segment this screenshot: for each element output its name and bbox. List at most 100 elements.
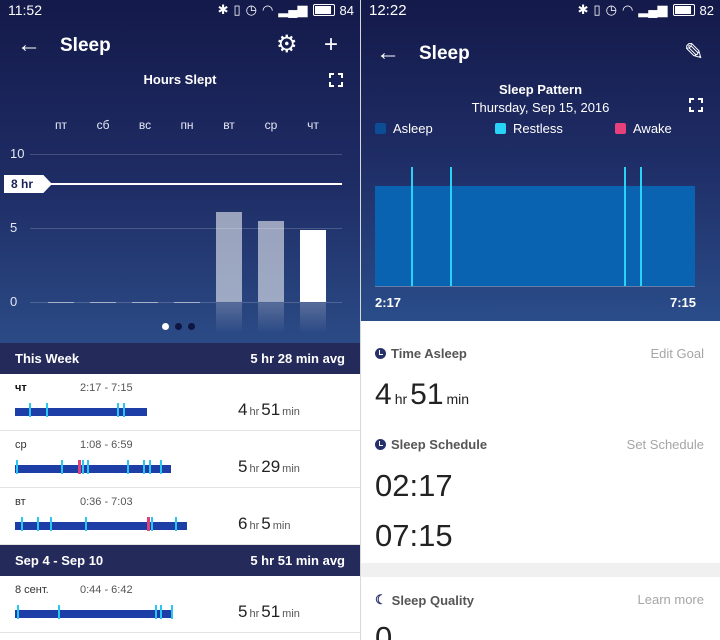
- battery-level: 84: [339, 2, 354, 18]
- restless-tick: [46, 403, 48, 417]
- sleep-timeline: [15, 403, 147, 417]
- row-duration: 4 hr 51 min: [238, 400, 300, 419]
- x-tick-label: ср: [264, 118, 278, 132]
- restless-tick: [155, 605, 157, 619]
- row-time-range: 2:17 - 7:15: [80, 382, 133, 394]
- signal-icon: ▂▄▆: [278, 2, 308, 17]
- restless-tick: [82, 460, 84, 474]
- clock-icon: [375, 439, 386, 450]
- learn-more-link[interactable]: Learn more: [638, 592, 704, 607]
- section-separator: [361, 563, 720, 577]
- restless-marker: [411, 167, 413, 286]
- edit-goal-link[interactable]: Edit Goal: [651, 346, 704, 361]
- sleep-log-row[interactable]: 8 сент. 0:44 - 6:42 5 hr 51 min: [0, 576, 360, 633]
- restless-tick: [175, 517, 177, 531]
- pencil-icon[interactable]: ✎: [684, 41, 704, 65]
- sleep-log-row[interactable]: чт 2:17 - 7:15 4 hr 51 min: [0, 374, 360, 431]
- restless-tick: [50, 517, 52, 531]
- section-title: This Week: [15, 351, 80, 366]
- restless-tick: [85, 517, 87, 531]
- restless-marker: [450, 167, 452, 286]
- battery-level: 82: [699, 2, 714, 18]
- gridline: [30, 154, 342, 155]
- restless-tick: [37, 517, 39, 531]
- x-tick-label: чт: [307, 118, 319, 132]
- wifi-icon: ◠: [621, 2, 634, 17]
- row-day: вт: [15, 496, 26, 508]
- row-time-range: 0:44 - 6:42: [80, 584, 133, 596]
- status-time: 12:22: [369, 2, 407, 19]
- fullscreen-icon[interactable]: [689, 98, 703, 112]
- battery-icon: [672, 4, 695, 16]
- signal-icon: ▂▄▆: [638, 2, 668, 17]
- wifi-icon: ◠: [261, 2, 274, 17]
- chart-title: Hours Slept: [143, 72, 217, 87]
- row-time-range: 1:08 - 6:59: [80, 439, 133, 451]
- section-average: 5 hr 28 min avg: [250, 351, 345, 366]
- restless-marker: [624, 167, 626, 286]
- hours-slept-header: 11:52 ✱ ▯ ◷ ◠ ▂▄▆ 84 ← Sleep ⚙ + Hours S…: [0, 0, 360, 343]
- page-indicator: [162, 323, 195, 330]
- previous-week-header: Sep 4 - Sep 10 5 hr 51 min avg: [0, 545, 360, 576]
- x-tick-label: вс: [138, 118, 152, 132]
- section-title: Sep 4 - Sep 10: [15, 553, 104, 568]
- gear-icon[interactable]: ⚙: [276, 33, 298, 57]
- sleep-log-row[interactable]: вт 0:36 - 7:03 6 hr 5 min: [0, 488, 360, 545]
- time-asleep-label: Time Asleep: [375, 346, 467, 361]
- restless-tick: [123, 403, 125, 417]
- restless-tick: [160, 605, 162, 619]
- page-dot-active: [162, 323, 169, 330]
- back-arrow-icon[interactable]: ←: [17, 33, 41, 57]
- chart-bar[interactable]: [216, 212, 242, 302]
- restless-tick: [151, 517, 153, 531]
- status-time: 11:52: [8, 2, 42, 18]
- restless-tick: [61, 460, 63, 474]
- sleep-timeline: [15, 517, 187, 531]
- pattern-start-time: 2:17: [375, 295, 402, 310]
- restless-tick: [160, 460, 162, 474]
- page-dot: [188, 323, 195, 330]
- chart-bar[interactable]: [300, 230, 326, 302]
- row-time-range: 0:36 - 7:03: [80, 496, 133, 508]
- sleep-schedule-label: Sleep Schedule: [375, 437, 487, 452]
- set-schedule-link[interactable]: Set Schedule: [627, 437, 704, 452]
- sleep-timeline: [15, 605, 173, 619]
- awake-tick: [147, 517, 150, 531]
- clock-icon: [375, 348, 386, 359]
- wake-time: 07:15: [375, 518, 453, 553]
- row-duration: 6 hr 5 min: [238, 514, 291, 533]
- time-asleep-value: 4 hr 51 min: [375, 378, 470, 411]
- restless-marker: [640, 167, 642, 286]
- restless-tick: [143, 460, 145, 474]
- status-bar: 11:52 ✱ ▯ ◷ ◠ ▂▄▆ 84: [0, 0, 360, 20]
- back-arrow-icon[interactable]: ←: [376, 41, 400, 65]
- pattern-end-time: 7:15: [669, 295, 696, 310]
- legend-awake: Awake: [615, 121, 672, 136]
- y-tick-label: 10: [10, 146, 25, 161]
- restless-tick: [58, 605, 60, 619]
- fullscreen-icon[interactable]: [329, 73, 343, 87]
- asleep-area: [375, 186, 695, 286]
- x-tick-label: вт: [223, 118, 235, 132]
- bed-time: 02:17: [375, 468, 453, 503]
- sleep-log-row[interactable]: ср 1:08 - 6:59 5 hr 29 min: [0, 431, 360, 488]
- plus-icon[interactable]: +: [324, 33, 338, 57]
- page-dot: [175, 323, 182, 330]
- legend-label: Awake: [633, 121, 672, 136]
- left-screen: 11:52 ✱ ▯ ◷ ◠ ▂▄▆ 84 ← Sleep ⚙ + Hours S…: [0, 0, 360, 640]
- pattern-baseline: [375, 286, 695, 287]
- sleep-quality-value: 0: [375, 620, 393, 640]
- row-duration: 5 hr 51 min: [238, 602, 300, 621]
- section-average: 5 hr 51 min avg: [250, 553, 345, 568]
- row-duration: 5 hr 29 min: [238, 457, 300, 476]
- this-week-header: This Week 5 hr 28 min avg: [0, 343, 360, 374]
- row-day: 8 сент.: [15, 584, 49, 596]
- bar-reflection: [216, 303, 242, 333]
- legend-restless: Restless: [495, 121, 563, 136]
- chart-bar[interactable]: [258, 220, 284, 302]
- sleep-pattern-header: 12:22 ✱ ▯ ◷ ◠ ▂▄▆ 82 ← Sleep ✎ Sleep Pat…: [361, 0, 720, 321]
- restless-tick: [149, 460, 151, 474]
- x-tick-label: пт: [55, 118, 67, 132]
- sleep-quality-label: ☾ Sleep Quality: [375, 592, 475, 608]
- y-tick-label: 5: [10, 220, 18, 235]
